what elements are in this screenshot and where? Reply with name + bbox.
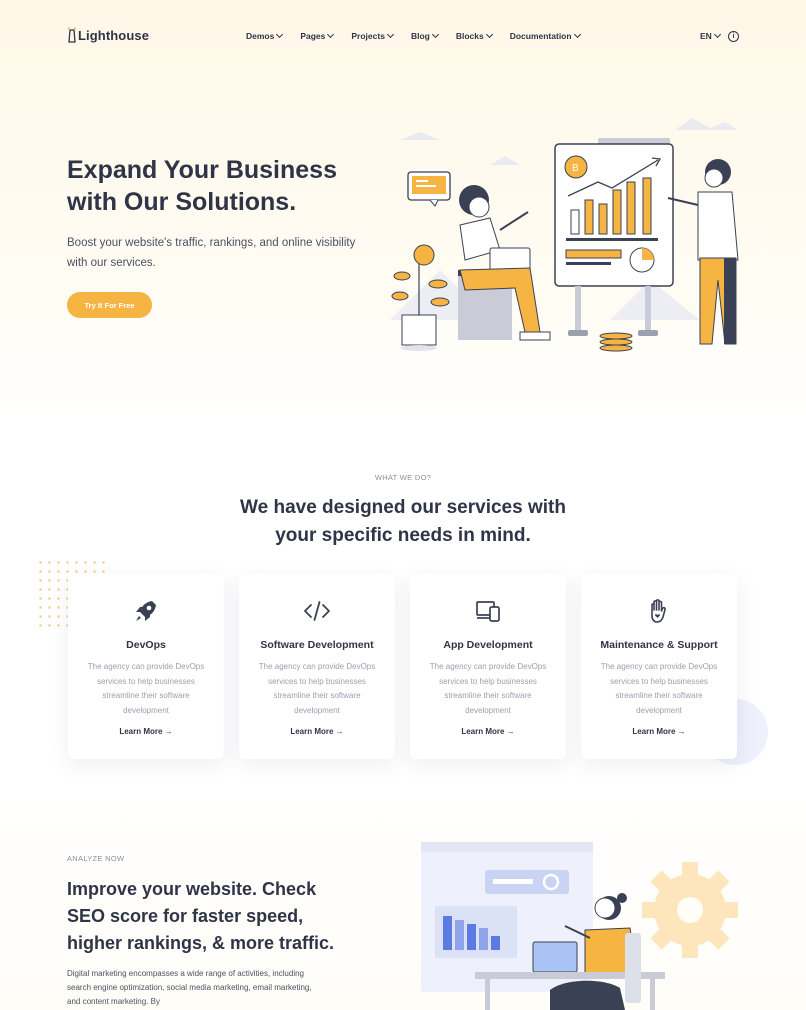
service-card-maintenance-support[interactable]: Maintenance & Support The agency can pro…: [581, 574, 737, 759]
nav-label: Blocks: [455, 31, 484, 41]
service-card-app-development[interactable]: App Development The agency can provide D…: [410, 574, 566, 759]
main-nav: Demos Pages Projects Blog Blocks Documen…: [246, 30, 598, 41]
brand-name: Lighthouse: [78, 28, 150, 43]
nav-item-pages[interactable]: Pages: [300, 30, 335, 41]
learn-more-label: Learn More: [119, 727, 163, 736]
nav-item-projects[interactable]: Projects: [351, 30, 394, 41]
service-card-devops[interactable]: DevOps The agency can provide DevOps ser…: [68, 574, 224, 759]
rocket-icon: [136, 601, 156, 621]
analyze-illustration: [421, 842, 738, 1010]
language-label: EN: [700, 31, 712, 41]
learn-more-label: Learn More: [461, 727, 505, 736]
arrow-right-icon: →: [164, 727, 173, 736]
card-title: DevOps: [126, 639, 166, 651]
card-title: Maintenance & Support: [600, 639, 718, 651]
analyze-title-line: SEO score for faster speed,: [67, 906, 304, 926]
card-title: Software Development: [260, 639, 374, 651]
hero-title: Expand Your Business with Our Solutions.: [67, 154, 387, 218]
devices-icon: [476, 601, 500, 622]
card-description: The agency can provide DevOps services t…: [258, 662, 376, 715]
chevron-down-icon: [431, 30, 439, 39]
arrow-right-icon: →: [506, 727, 515, 736]
card-description: The agency can provide DevOps services t…: [600, 662, 718, 715]
code-icon: [304, 601, 330, 621]
chevron-down-icon: [713, 30, 721, 39]
services-eyebrow: WHAT WE DO?: [374, 473, 432, 482]
nav-item-blocks[interactable]: Blocks: [455, 30, 493, 41]
services-title-line: your specific needs in mind.: [275, 525, 531, 546]
chevron-down-icon: [386, 30, 394, 39]
nav-label: Pages: [300, 31, 326, 41]
analyze-description: Digital marketing encompasses a wide ran…: [67, 969, 312, 1006]
hero-illustration: B: [390, 118, 739, 352]
hero-title-line: Expand Your Business: [67, 156, 337, 184]
language-selector[interactable]: EN: [700, 30, 721, 41]
arrow-right-icon: →: [335, 727, 344, 736]
analyze-title-line: higher rankings, & more traffic.: [67, 933, 335, 953]
learn-more-label: Learn More: [290, 727, 334, 736]
card-description: The agency can provide DevOps services t…: [429, 662, 547, 715]
nav-label: Projects: [351, 31, 385, 41]
arrow-right-icon: →: [677, 727, 686, 736]
services-title-line: We have designed our services with: [240, 497, 566, 518]
lighthouse-icon: [67, 27, 77, 43]
learn-more-link[interactable]: Learn More →: [410, 727, 566, 736]
hero-subtitle: Boost your website's traffic, rankings, …: [67, 237, 356, 269]
chevron-down-icon: [573, 30, 581, 39]
nav-label: Demos: [246, 31, 275, 41]
chevron-down-icon: [327, 30, 335, 39]
chevron-down-icon: [485, 30, 493, 39]
nav-item-blog[interactable]: Blog: [410, 30, 439, 41]
nav-item-demos[interactable]: Demos: [246, 30, 284, 41]
hero-title-line: with Our Solutions.: [67, 188, 297, 216]
service-card-software-development[interactable]: Software Development The agency can prov…: [239, 574, 395, 759]
chevron-down-icon: [276, 30, 284, 39]
learn-more-label: Learn More: [632, 727, 676, 736]
nav-label: Documentation: [509, 31, 572, 41]
analyze-title: Improve your website. Check SEO score fo…: [67, 876, 377, 957]
try-free-button[interactable]: Try It For Free: [67, 292, 152, 318]
analyze-title-line: Improve your website. Check: [67, 879, 317, 899]
learn-more-link[interactable]: Learn More →: [68, 727, 224, 736]
card-description: The agency can provide DevOps services t…: [87, 662, 205, 715]
info-icon[interactable]: i: [728, 31, 739, 42]
svg-text:B: B: [572, 163, 579, 174]
brand-logo[interactable]: Lighthouse: [67, 27, 149, 43]
learn-more-link[interactable]: Learn More →: [239, 727, 395, 736]
learn-more-link[interactable]: Learn More →: [581, 727, 737, 736]
analyze-eyebrow: ANALYZE NOW: [67, 854, 125, 863]
nav-item-documentation[interactable]: Documentation: [509, 30, 581, 41]
services-title: We have designed our services with your …: [203, 494, 603, 550]
nav-label: Blog: [410, 31, 430, 41]
hand-heart-icon: [651, 599, 666, 623]
card-title: App Development: [443, 639, 533, 651]
